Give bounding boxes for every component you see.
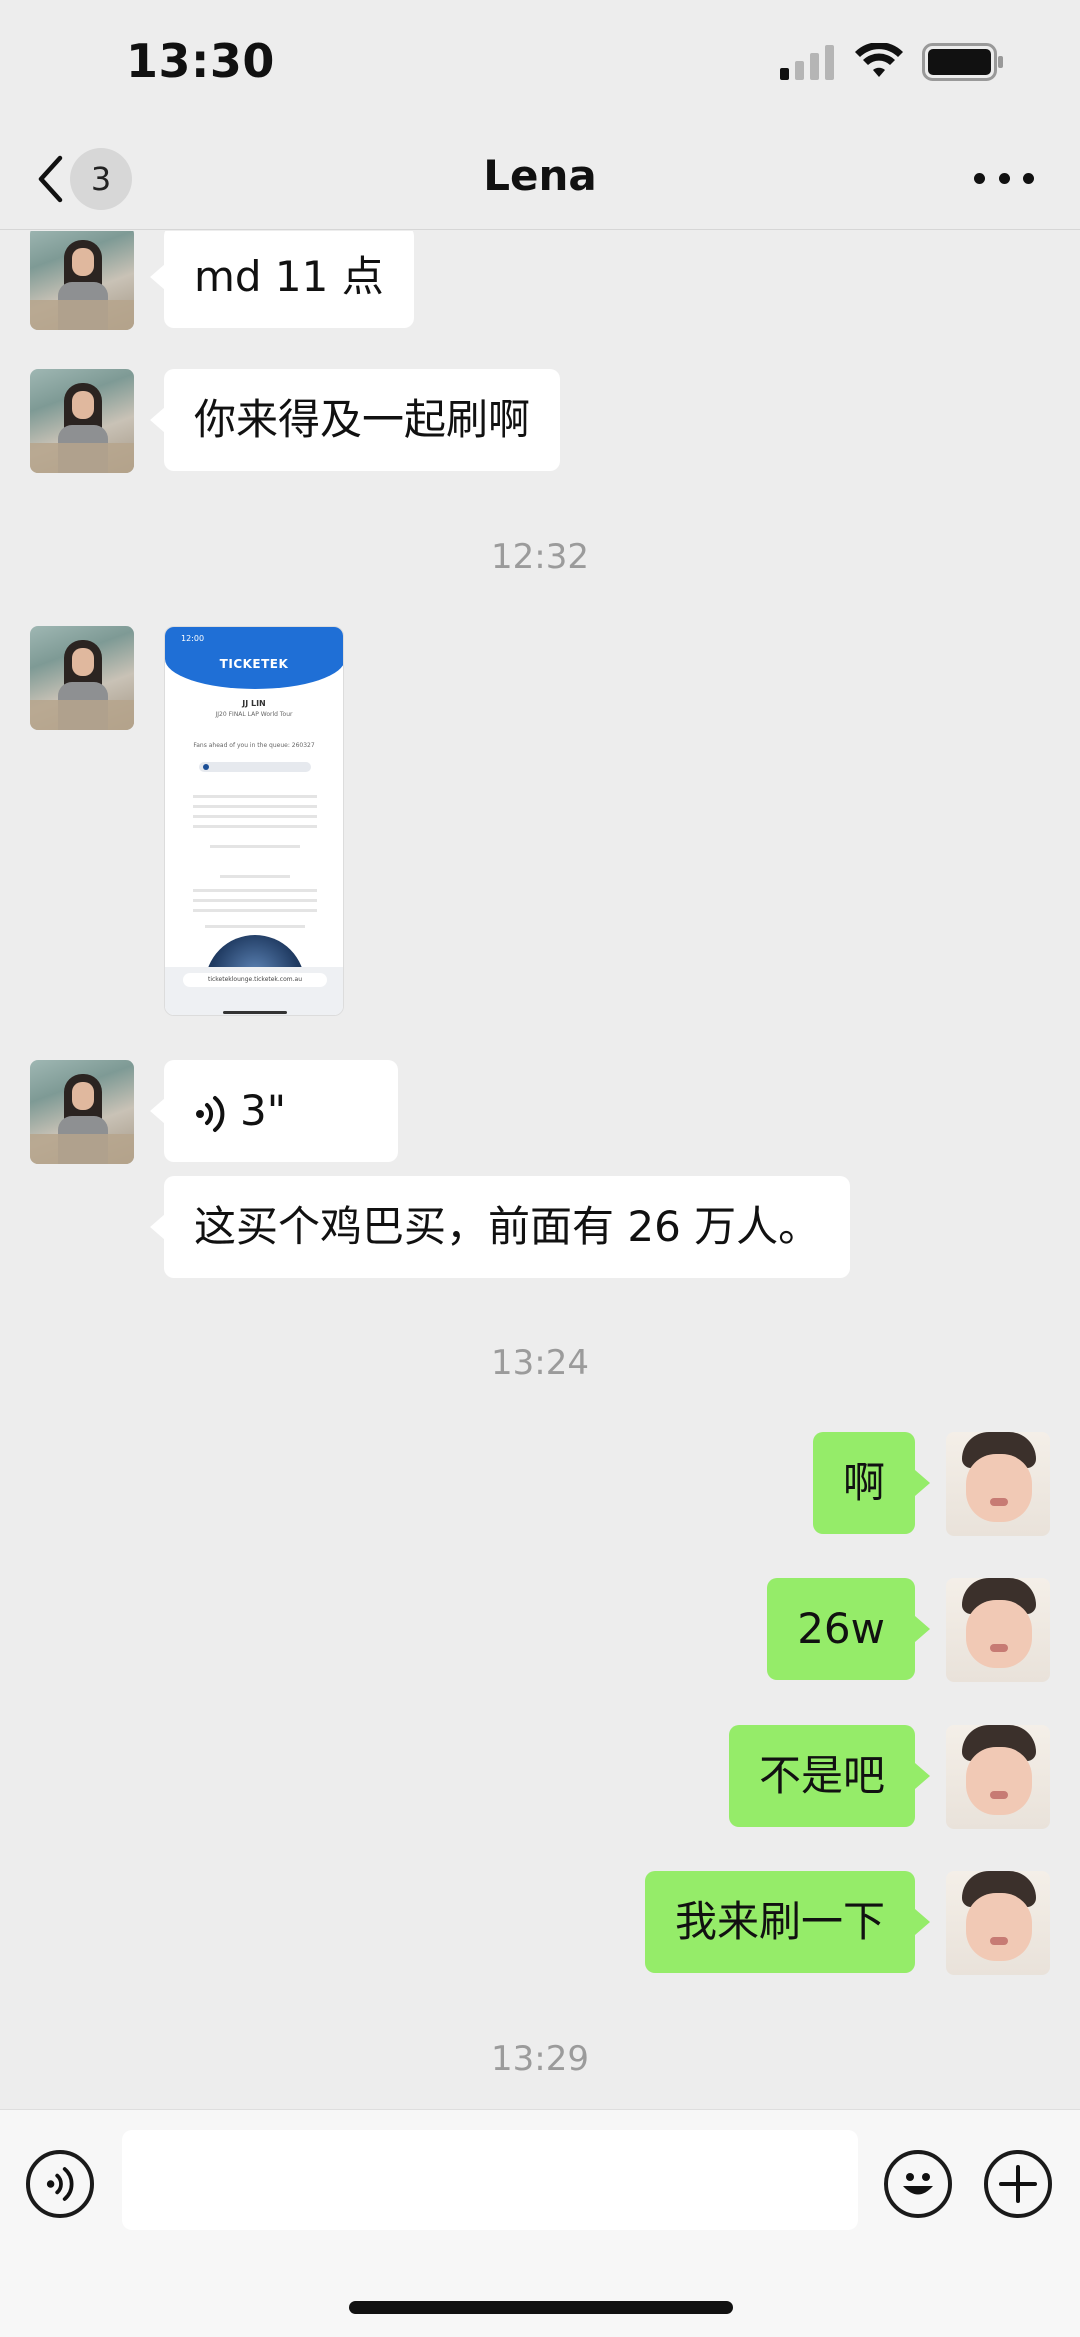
emoji-button[interactable] <box>884 2150 952 2218</box>
image-message-thumbnail[interactable]: 12:00 TICKETEK JJ LIN JJ20 FINAL LAP Wor… <box>164 626 344 1016</box>
contact-avatar[interactable] <box>30 1060 134 1164</box>
signal-icon <box>780 45 834 80</box>
wifi-icon <box>855 43 903 77</box>
message-bubble-received[interactable]: md 11 点 <box>150 231 414 328</box>
more-functions-button[interactable] <box>984 2150 1052 2218</box>
voice-wave-icon <box>196 1095 225 1132</box>
status-icons <box>780 42 1004 82</box>
message-bubble-sent[interactable]: 我来刷一下 <box>644 1871 931 1973</box>
message-timestamp: 13:24 <box>491 1343 589 1383</box>
more-button[interactable] <box>974 163 1034 193</box>
battery-icon <box>922 43 1003 81</box>
message-bubble-received[interactable]: 你来得及一起刷啊 <box>149 369 561 471</box>
emoji-icon <box>903 2173 933 2195</box>
my-avatar[interactable] <box>946 1725 1050 1829</box>
voice-input-button[interactable] <box>26 2150 94 2218</box>
message-bubble-sent[interactable]: 26w <box>767 1578 930 1680</box>
contact-avatar[interactable] <box>30 369 134 473</box>
chat-title: Lena <box>483 151 597 200</box>
my-avatar[interactable] <box>946 1578 1050 1682</box>
message-timestamp: 13:29 <box>491 2039 589 2079</box>
voice-duration: 3" <box>240 1086 287 1135</box>
my-avatar[interactable] <box>946 1432 1050 1536</box>
message-bubble-sent[interactable]: 不是吧 <box>728 1725 931 1827</box>
more-icon <box>974 172 985 184</box>
message-bubble-sent[interactable]: 啊 <box>812 1432 931 1534</box>
message-input[interactable] <box>122 2130 858 2230</box>
message-list[interactable]: md 11 点 你来得及一起刷啊 12:32 12:00 TICKETEK JJ… <box>0 231 1080 2109</box>
ticketek-logo: TICKETEK <box>219 657 289 671</box>
chat-header: 3 Lena <box>0 125 1080 230</box>
contact-avatar[interactable] <box>30 626 134 730</box>
queue-progress-bar <box>199 762 311 772</box>
my-avatar[interactable] <box>946 1871 1050 1975</box>
message-timestamp: 12:32 <box>491 537 589 577</box>
message-bubble-received[interactable]: 这买个鸡巴买，前面有 26 万人。 <box>149 1176 851 1278</box>
home-indicator <box>349 2301 733 2314</box>
contact-avatar[interactable] <box>30 231 134 330</box>
plus-icon <box>999 2165 1037 2203</box>
status-bar: 13:30 <box>0 0 1080 125</box>
status-time: 13:30 <box>126 34 275 88</box>
voice-message-bubble[interactable]: 3" <box>150 1060 398 1162</box>
voice-wave-icon <box>46 2167 74 2201</box>
